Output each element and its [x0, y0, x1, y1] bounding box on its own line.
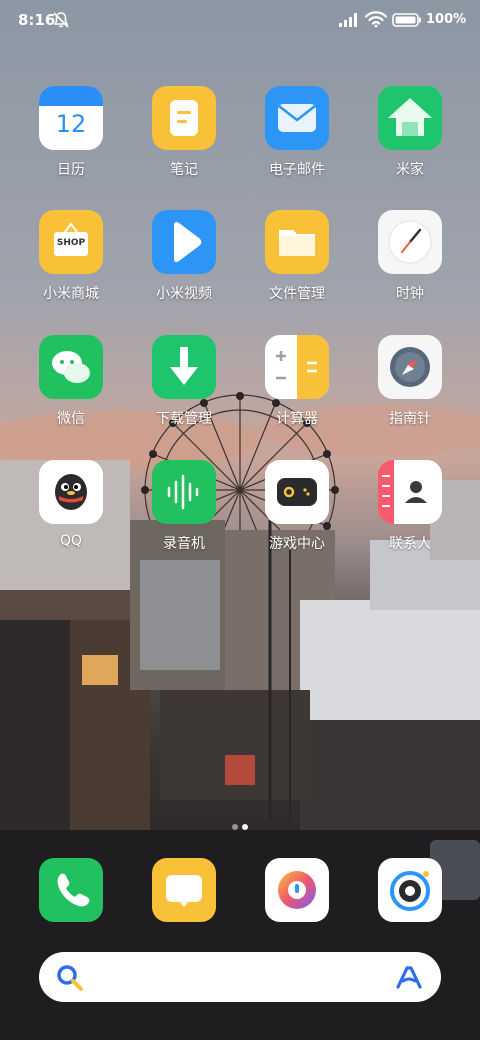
app-label: QQ [59, 533, 83, 549]
app-clock[interactable]: 时钟 [355, 210, 465, 303]
app-calendar[interactable]: 12 日历 [16, 86, 126, 179]
notes-icon [152, 86, 216, 150]
mail-icon [265, 86, 329, 150]
compass-icon [378, 335, 442, 399]
calendar-date: 12 [55, 110, 87, 138]
app-label: 日历 [57, 162, 85, 178]
app-label: 电子邮件 [269, 162, 325, 178]
app-files[interactable]: 文件管理 [242, 210, 352, 303]
music-icon [265, 858, 329, 922]
app-label: 米家 [396, 162, 424, 178]
wifi-icon [365, 11, 387, 28]
app-mail[interactable]: 电子邮件 [242, 86, 352, 179]
app-downloads[interactable]: 下载管理 [129, 335, 239, 428]
messages-icon [152, 858, 216, 922]
status-bar: 8:16 100% [0, 0, 480, 44]
shop-badge-text: SHOP [56, 238, 86, 248]
app-label: 录音机 [163, 536, 205, 552]
dock-music[interactable] [242, 858, 352, 922]
wechat-icon [39, 335, 103, 399]
app-recorder[interactable]: 录音机 [129, 460, 239, 553]
app-label: 指南针 [389, 411, 431, 427]
app-label: 笔记 [170, 162, 198, 178]
download-icon [152, 335, 216, 399]
page-dot-1[interactable] [232, 824, 238, 830]
folder-icon [265, 210, 329, 274]
app-label: 小米商城 [43, 286, 99, 302]
battery-icon [392, 13, 421, 27]
home-icon [378, 86, 442, 150]
app-label: 计算器 [276, 411, 318, 427]
app-label: 联系人 [389, 536, 431, 552]
status-time: 8:16 [18, 11, 56, 29]
app-mi-home[interactable]: 米家 [355, 86, 465, 179]
play-icon [152, 210, 216, 274]
shop-icon: SHOP [39, 210, 103, 274]
app-game-center[interactable]: 游戏中心 [242, 460, 352, 553]
app-qq[interactable]: QQ [16, 460, 126, 549]
app-notes[interactable]: 笔记 [129, 86, 239, 179]
page-dot-2[interactable] [242, 824, 248, 830]
dock-camera[interactable] [355, 858, 465, 922]
app-label: 时钟 [396, 286, 424, 302]
app-contacts[interactable]: 联系人 [355, 460, 465, 553]
dock-messages[interactable] [129, 858, 239, 922]
calculator-icon [265, 335, 329, 399]
app-label: 小米视频 [156, 286, 212, 302]
search-bar[interactable] [39, 952, 441, 1002]
recorder-icon [152, 460, 216, 524]
app-mi-video[interactable]: 小米视频 [129, 210, 239, 303]
page-indicator[interactable] [0, 824, 480, 834]
app-label: 下载管理 [156, 411, 212, 427]
app-calculator[interactable]: 计算器 [242, 335, 352, 428]
camera-icon [378, 858, 442, 922]
signal-icon [339, 13, 357, 27]
clock-icon [378, 210, 442, 274]
search-icon[interactable] [55, 963, 85, 993]
calendar-icon: 12 [39, 86, 103, 150]
gamepad-icon [265, 460, 329, 524]
app-wechat[interactable]: 微信 [16, 335, 126, 428]
app-label: 微信 [57, 411, 85, 427]
app-label: 文件管理 [269, 286, 325, 302]
contacts-icon [378, 460, 442, 524]
app-label: 游戏中心 [269, 536, 325, 552]
mute-bell-icon [53, 12, 69, 28]
app-mi-store[interactable]: SHOP 小米商城 [16, 210, 126, 303]
dock-phone[interactable] [16, 858, 126, 922]
qq-penguin-icon [39, 460, 103, 524]
battery-percent: 100% [426, 12, 467, 27]
assistant-icon[interactable] [395, 964, 423, 990]
phone-icon [39, 858, 103, 922]
app-compass[interactable]: 指南针 [355, 335, 465, 428]
